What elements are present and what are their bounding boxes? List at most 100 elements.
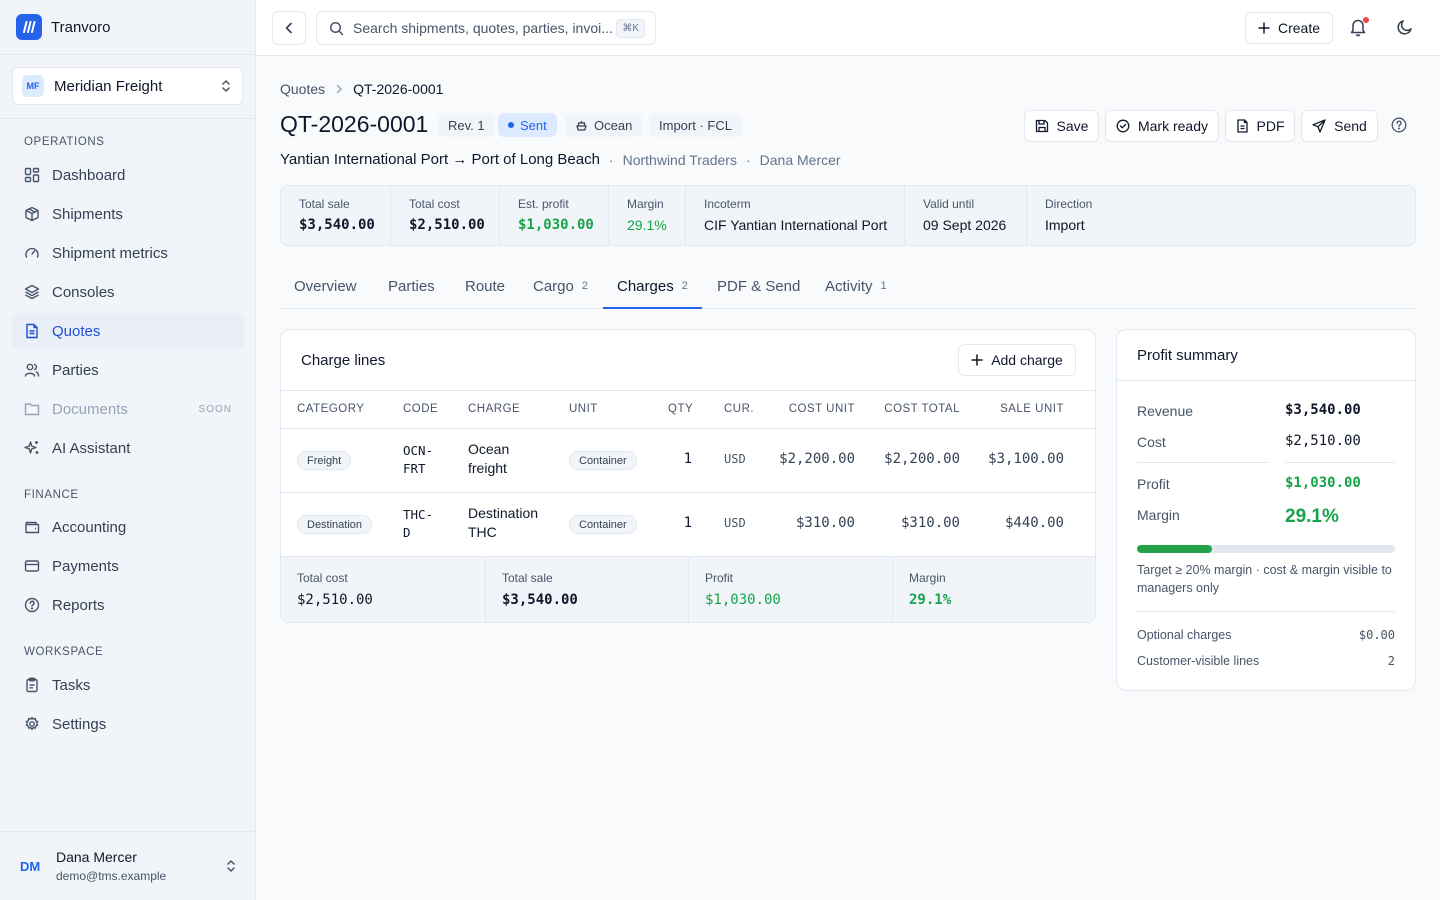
sidebar-item-documents[interactable]: Documents SOON (12, 391, 244, 427)
wallet-icon (24, 519, 40, 535)
total-label: Total sale (502, 571, 553, 585)
type-label: Import · FCL (659, 117, 732, 133)
sidebar-item-reports[interactable]: Reports (12, 587, 244, 623)
save-icon (1035, 119, 1049, 133)
sidebar-item-parties[interactable]: Parties (12, 352, 244, 388)
users-icon (24, 362, 40, 378)
plus-icon (1258, 22, 1270, 34)
sidebar-item-label: Dashboard (52, 166, 126, 184)
charge-line: freight (468, 460, 507, 476)
sidebar-item-tasks[interactable]: Tasks (12, 667, 244, 703)
notification-dot (1363, 17, 1369, 23)
customer-visible-label: Customer-visible lines (1137, 654, 1260, 668)
tab-cargo[interactable]: Cargo 2 (533, 268, 588, 309)
stat-valid-until: Valid until 09 Sept 2026 (904, 186, 1026, 245)
sidebar-item-ai-assistant[interactable]: AI Assistant (12, 430, 244, 466)
quote-stats: Total sale $3,540.00 Total cost $2,510.0… (280, 185, 1416, 246)
sidebar-item-label: Reports (52, 596, 105, 614)
mark-ready-button[interactable]: Mark ready (1105, 110, 1219, 142)
profit-summary-header: Profit summary (1117, 330, 1415, 381)
tab-bar: Overview Parties Route Cargo 2 Charges 2 P… (280, 268, 1416, 309)
send-icon (1312, 119, 1326, 133)
code-line: D (403, 525, 411, 540)
tab-pdf-send[interactable]: PDF & Send (717, 268, 800, 309)
save-button[interactable]: Save (1024, 110, 1099, 142)
table-row[interactable]: Freight OCN- FRT Ocean freight Container… (281, 429, 1095, 493)
optional-charges-value: $0.00 (1358, 628, 1395, 642)
org-switcher[interactable]: MF Meridian Freight (12, 67, 243, 105)
tab-label: Route (465, 278, 506, 295)
sidebar-item-accounting[interactable]: Accounting (12, 509, 244, 545)
create-label: Create (1277, 20, 1321, 36)
total-sale: Total sale $3,540.00 (485, 557, 688, 622)
stat-label: Incoterm (704, 197, 751, 211)
sidebar-item-shipment-metrics[interactable]: Shipment metrics (12, 235, 244, 271)
stat-value: $2,510.00 (409, 217, 485, 233)
help-icon[interactable] (1391, 117, 1407, 133)
tab-label: Overview (294, 278, 357, 295)
sale-unit-cell: $3,100.00 (988, 451, 1064, 467)
sidebar-item-consoles[interactable]: Consoles (12, 274, 244, 310)
breadcrumb: Quotes QT-2026-0001 (280, 81, 443, 97)
add-charge-button[interactable]: Add charge (958, 344, 1076, 376)
col-category: CATEGORY (297, 403, 365, 415)
tab-route[interactable]: Route (465, 268, 505, 309)
stat-label: Valid until (923, 197, 975, 211)
pdf-button[interactable]: PDF (1225, 110, 1295, 142)
sidebar-item-label: Tasks (52, 676, 91, 694)
brand: Tranvoro (0, 0, 255, 55)
breadcrumb-quotes[interactable]: Quotes (280, 81, 325, 97)
sidebar-item-shipments[interactable]: Shipments (12, 196, 244, 232)
back-button[interactable] (272, 11, 306, 45)
sidebar-item-settings[interactable]: Settings (12, 706, 244, 742)
tab-overview[interactable]: Overview (294, 268, 357, 309)
tab-label: Parties (388, 278, 435, 295)
charge-line: THC (468, 524, 497, 540)
total-value: $2,510.00 (297, 592, 373, 608)
col-unit: UNIT (569, 403, 598, 415)
route-summary: Yantian International Port → Port of Lon… (280, 151, 841, 168)
sidebar-item-quotes[interactable]: Quotes (12, 313, 244, 349)
stat-est-profit: Est. profit $1,030.00 (499, 186, 608, 245)
status-dot (508, 122, 514, 128)
search-icon (329, 21, 344, 36)
sidebar-item-dashboard[interactable]: Dashboard (12, 157, 244, 193)
tab-parties[interactable]: Parties (388, 268, 435, 309)
tab-charges[interactable]: Charges 2 (603, 268, 702, 309)
charge-line: Ocean (468, 441, 510, 457)
tab-label: PDF & Send (717, 278, 801, 295)
sidebar-item-label: Shipment metrics (52, 244, 168, 262)
send-button[interactable]: Send (1301, 110, 1378, 142)
tab-label: Activity (825, 278, 873, 295)
table-header: CATEGORY CODE CHARGE UNIT QTY CUR. COST … (281, 390, 1095, 429)
moon-icon[interactable] (1396, 18, 1414, 36)
total-value: $1,030.00 (705, 592, 781, 608)
stat-label: Direction (1045, 197, 1093, 211)
send-label: Send (1334, 118, 1367, 134)
search-placeholder: Search shipments, quotes, parties, invoi… (353, 20, 613, 36)
card-title: Charge lines (301, 352, 386, 369)
ship-icon (575, 119, 588, 132)
sidebar-item-label: AI Assistant (52, 439, 131, 457)
customer-name[interactable]: Northwind Traders (623, 152, 737, 168)
stat-value: $3,540.00 (299, 217, 375, 233)
stat-label: Est. profit (518, 197, 569, 211)
create-button[interactable]: Create (1245, 12, 1333, 44)
tab-count: 2 (581, 280, 588, 292)
total-value: $3,540.00 (502, 592, 578, 608)
org-name: Meridian Freight (54, 77, 163, 95)
logo-icon (16, 14, 42, 40)
stat-label: Margin (627, 197, 664, 211)
cost-label: Cost (1137, 434, 1166, 450)
table-row[interactable]: Destination THC- D Destination THC Conta… (281, 493, 1095, 557)
status-badge: Sent (498, 113, 557, 137)
tab-activity[interactable]: Activity 1 (825, 268, 887, 309)
sidebar-item-payments[interactable]: Payments (12, 548, 244, 584)
brand-name: Tranvoro (51, 18, 111, 36)
stat-value: $1,030.00 (518, 217, 594, 233)
search-input[interactable]: Search shipments, quotes, parties, invoi… (316, 11, 656, 45)
card-title: Profit summary (1137, 347, 1238, 364)
user-menu[interactable]: DM Dana Mercer demo@tms.example (0, 831, 255, 900)
total-profit: Profit $1,030.00 (688, 557, 892, 622)
optional-charges-row: Optional charges $0.00 (1137, 628, 1395, 642)
